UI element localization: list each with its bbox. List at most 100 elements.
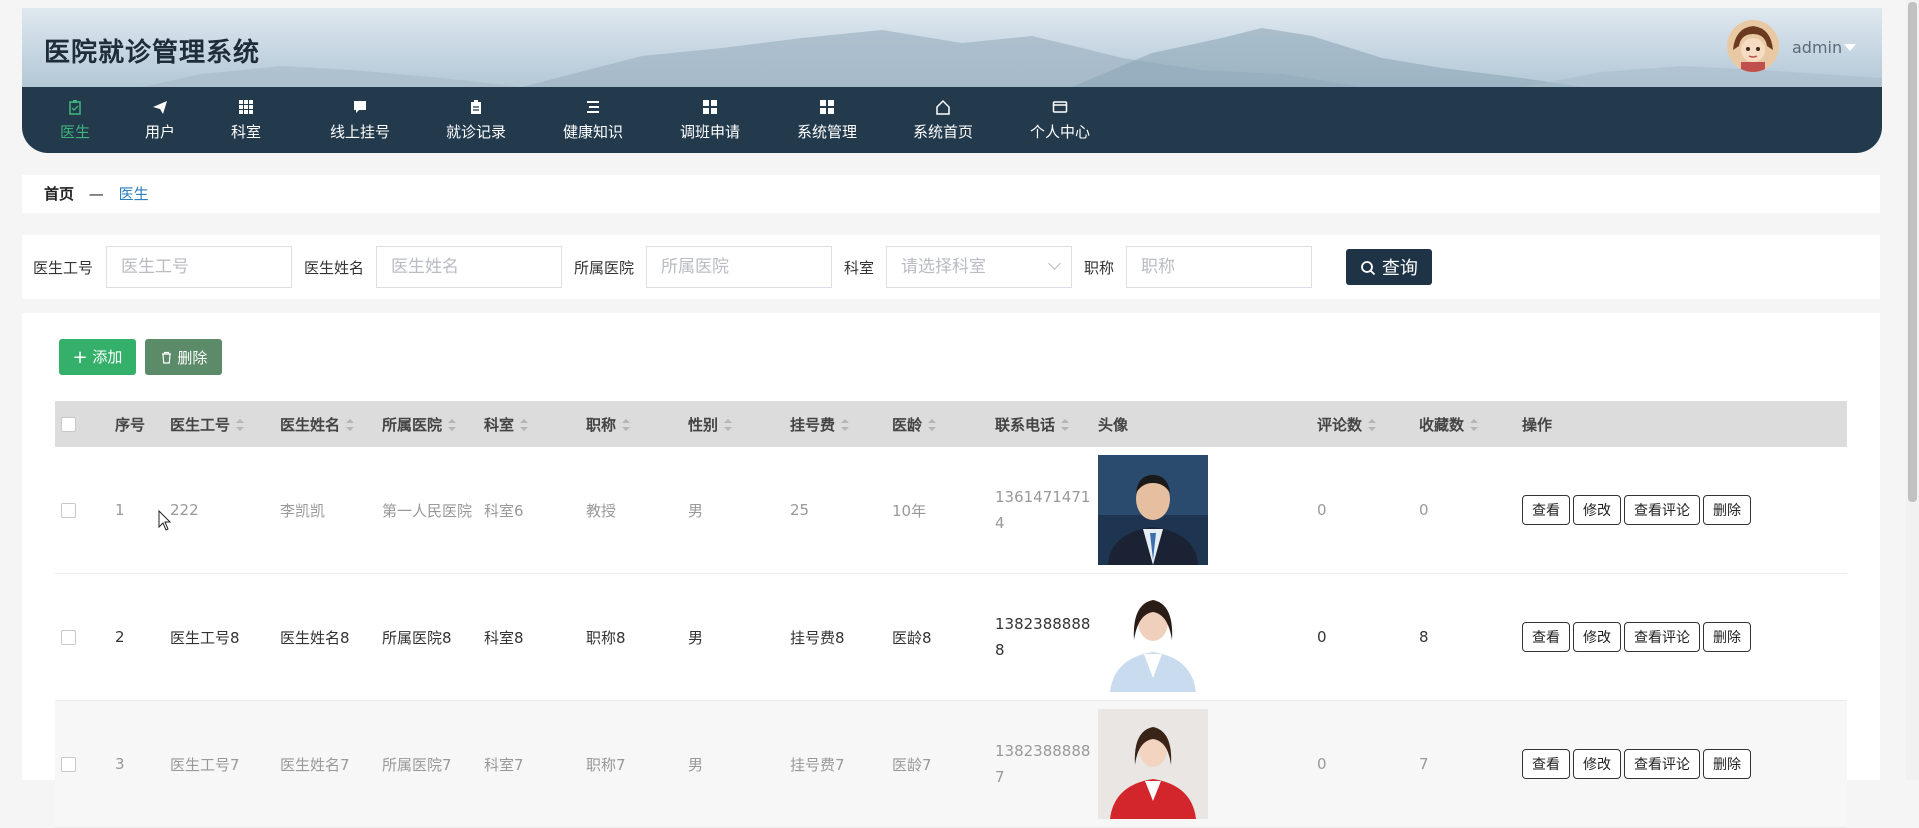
cell-department: 科室7	[478, 700, 580, 828]
delete-button[interactable]: 删除	[1703, 495, 1751, 525]
cell-doctor-id: 222	[164, 447, 274, 574]
department-select[interactable]	[886, 246, 1072, 288]
query-button[interactable]: 查询	[1346, 249, 1432, 285]
header-banner: 医院就诊管理系统 admin	[22, 8, 1882, 87]
nav-item-visit-records[interactable]: 就诊记录	[436, 87, 516, 153]
username[interactable]: admin	[1792, 38, 1842, 57]
nav-item-user[interactable]: 用户	[135, 87, 185, 153]
nav-item-shift-request[interactable]: 调班申请	[670, 87, 750, 153]
row-checkbox[interactable]	[61, 757, 76, 772]
nav-label: 健康知识	[562, 123, 623, 141]
column-header[interactable]: 所属医院	[376, 401, 478, 447]
column-header[interactable]: 职称	[580, 401, 682, 447]
doctor-name-input[interactable]	[376, 246, 562, 288]
view-comments-button[interactable]: 查看评论	[1624, 495, 1700, 525]
query-label: 查询	[1381, 258, 1418, 279]
doctor-photo[interactable]	[1098, 582, 1208, 692]
nav-item-profile[interactable]: 个人中心	[1020, 87, 1100, 153]
nav-label: 就诊记录	[445, 123, 506, 141]
select-all-checkbox[interactable]	[61, 417, 76, 432]
sort-icon[interactable]	[1470, 419, 1479, 431]
view-button[interactable]: 查看	[1522, 749, 1570, 779]
sort-icon[interactable]	[346, 419, 355, 431]
column-header[interactable]: 联系电话	[989, 401, 1092, 447]
sort-icon[interactable]	[236, 419, 245, 431]
nav-item-health-knowledge[interactable]: 健康知识	[553, 87, 633, 153]
sort-icon[interactable]	[1368, 419, 1377, 431]
sort-icon[interactable]	[520, 419, 529, 431]
sort-icon[interactable]	[841, 419, 850, 431]
cell-actions: 查看 修改 查看评论 删除	[1516, 573, 1847, 701]
sort-icon[interactable]	[1061, 419, 1070, 431]
scrollbar-thumb[interactable]	[1908, 2, 1917, 502]
view-comments-button[interactable]: 查看评论	[1624, 749, 1700, 779]
nav-label: 医生	[59, 123, 90, 141]
row-checkbox[interactable]	[61, 503, 76, 518]
nav-label: 系统首页	[912, 123, 973, 141]
sort-icon[interactable]	[928, 419, 937, 431]
column-header[interactable]: 挂号费	[784, 401, 886, 447]
sort-icon[interactable]	[448, 419, 457, 431]
view-button[interactable]: 查看	[1522, 622, 1570, 652]
column-label: 性别	[688, 415, 719, 434]
doctor-photo[interactable]	[1098, 709, 1208, 819]
row-checkbox[interactable]	[61, 630, 76, 645]
column-header: 头像	[1092, 401, 1311, 447]
edit-button[interactable]: 修改	[1573, 749, 1621, 779]
breadcrumb-home[interactable]: 首页	[44, 185, 74, 203]
delete-button[interactable]: 删除	[1703, 749, 1751, 779]
nav-item-home[interactable]: 系统首页	[903, 87, 983, 153]
table-row: 2 医生工号8 医生姓名8 所属医院8 科室8 职称8 男 挂号费8 医龄8 1…	[55, 573, 1847, 701]
sort-icon[interactable]	[724, 419, 733, 431]
cell-doctor-name: 李凯凯	[274, 447, 376, 574]
department-label: 科室	[844, 259, 875, 277]
page-scrollbar[interactable]	[1906, 0, 1919, 780]
column-header[interactable]: 性别	[682, 401, 784, 447]
column-header[interactable]: 评论数	[1311, 401, 1413, 447]
cell-doctor-name: 医生姓名7	[274, 700, 376, 828]
column-header[interactable]: 医生姓名	[274, 401, 376, 447]
edit-button[interactable]: 修改	[1573, 495, 1621, 525]
nav-item-online-registration[interactable]: 线上挂号	[320, 87, 400, 153]
edit-button[interactable]: 修改	[1573, 622, 1621, 652]
breadcrumb: 首页 — 医生	[22, 175, 1880, 213]
delete-button[interactable]: 删除	[1703, 622, 1751, 652]
nav-item-department[interactable]: 科室	[221, 87, 271, 153]
search-bar: 医生工号 医生姓名 所属医院 科室 职称 查询	[22, 235, 1880, 299]
cell-years: 医龄8	[886, 573, 989, 701]
doctor-id-input[interactable]	[106, 246, 292, 288]
cell-title: 职称8	[580, 573, 682, 701]
trash-icon	[161, 351, 171, 364]
cell-comments: 0	[1311, 573, 1413, 701]
column-label: 科室	[484, 415, 515, 434]
clipboard-icon	[69, 100, 81, 115]
sort-icon[interactable]	[622, 419, 631, 431]
column-header[interactable]: 科室	[478, 401, 580, 447]
column-label: 职称	[586, 415, 617, 434]
nav-label: 科室	[230, 123, 261, 141]
doctor-photo[interactable]	[1098, 455, 1208, 565]
user-avatar[interactable]	[1727, 20, 1779, 72]
add-button[interactable]: + 添加	[59, 339, 136, 375]
view-comments-button[interactable]: 查看评论	[1624, 622, 1700, 652]
nav-item-doctor[interactable]: 医生	[50, 87, 100, 153]
cell-hospital: 所属医院7	[376, 700, 478, 828]
cell-doctor-name: 医生姓名8	[274, 573, 376, 701]
title-input[interactable]	[1126, 246, 1312, 288]
column-header[interactable]: 医龄	[886, 401, 989, 447]
clipboard-icon	[471, 100, 481, 114]
avatar-illustration	[1727, 20, 1779, 72]
column-header[interactable]: 收藏数	[1413, 401, 1516, 447]
user-menu-caret-icon[interactable]	[1844, 44, 1856, 51]
cell-gender: 男	[682, 700, 784, 828]
batch-delete-button[interactable]: 删除	[145, 339, 222, 375]
nav-item-system-management[interactable]: 系统管理	[787, 87, 867, 153]
cell-title: 教授	[580, 447, 682, 574]
view-button[interactable]: 查看	[1522, 495, 1570, 525]
column-header[interactable]: 医生工号	[164, 401, 274, 447]
main-nav: 医生 用户 科室 线上挂号 就诊记录 健康知识 调班申请 系统管理 系统首页 个…	[22, 87, 1882, 153]
cell-actions: 查看 修改 查看评论 删除	[1516, 447, 1847, 574]
hospital-input[interactable]	[646, 246, 832, 288]
cell-phone: 13823888888	[989, 573, 1092, 701]
cell-comments: 0	[1311, 447, 1413, 574]
